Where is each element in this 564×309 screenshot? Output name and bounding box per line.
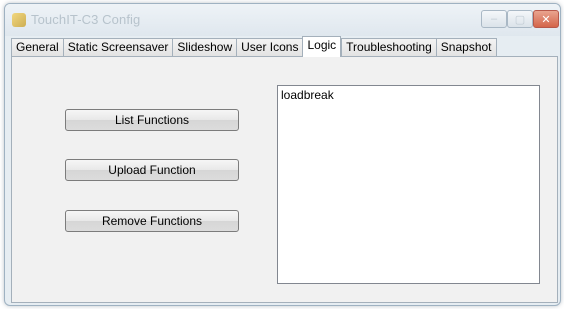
list-functions-button[interactable]: List Functions [65, 109, 239, 131]
close-button[interactable]: ✕ [533, 10, 559, 28]
app-icon [12, 13, 26, 27]
tab-logic[interactable]: Logic [302, 36, 342, 57]
maximize-button[interactable]: ▢ [507, 10, 533, 28]
tab-strip: General Static Screensaver Slideshow Use… [11, 36, 497, 57]
close-icon: ✕ [541, 13, 551, 26]
functions-listbox[interactable]: loadbreak [277, 85, 540, 284]
tab-general[interactable]: General [11, 38, 63, 57]
app-window: TouchIT-C3 Config – ▢ ✕ General Static S… [4, 3, 561, 306]
logic-tab-panel: List Functions Upload Function Remove Fu… [11, 56, 558, 303]
window-title: TouchIT-C3 Config [31, 12, 141, 27]
minimize-icon: – [490, 13, 498, 25]
tab-static-screensaver[interactable]: Static Screensaver [62, 38, 173, 57]
tab-user-icons[interactable]: User Icons [236, 38, 303, 57]
minimize-button[interactable]: – [481, 10, 507, 28]
title-bar[interactable]: TouchIT-C3 Config – ▢ ✕ [5, 4, 560, 36]
tab-troubleshooting[interactable]: Troubleshooting [341, 38, 436, 57]
list-item[interactable]: loadbreak [281, 88, 536, 103]
remove-functions-button[interactable]: Remove Functions [65, 210, 239, 232]
upload-function-button[interactable]: Upload Function [65, 159, 239, 181]
tab-slideshow[interactable]: Slideshow [172, 38, 237, 57]
tab-snapshot[interactable]: Snapshot [435, 38, 497, 57]
maximize-icon: ▢ [514, 13, 526, 26]
